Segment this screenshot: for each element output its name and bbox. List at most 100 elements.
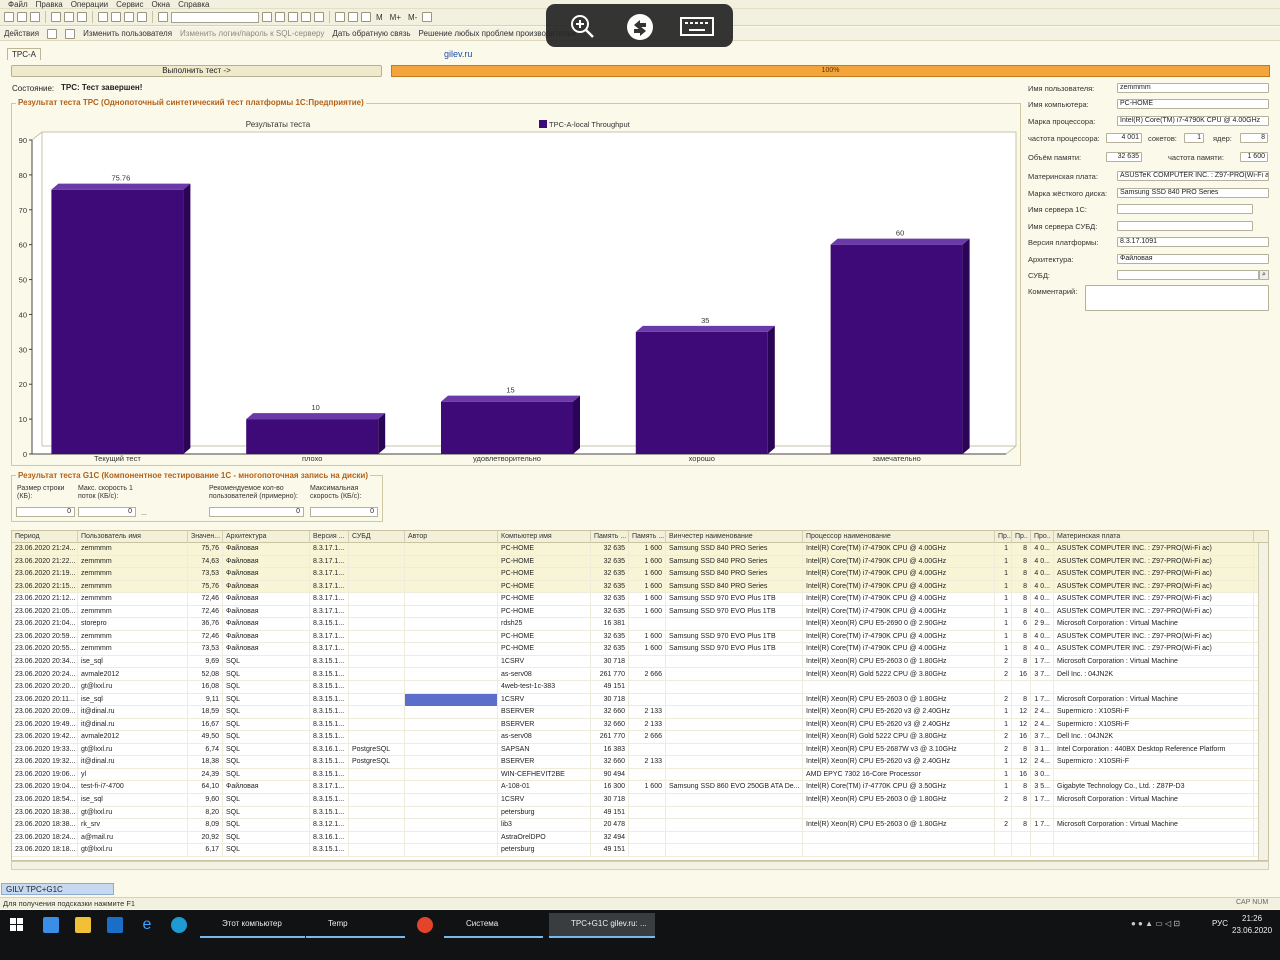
new-icon[interactable] xyxy=(4,12,14,22)
memory-button[interactable]: M xyxy=(374,13,385,22)
table-row[interactable]: 23.06.2020 19:49... it@dinal.ru 16,67 SQL 8.… xyxy=(12,718,1258,732)
table-row[interactable]: 23.06.2020 21:19... zemmmm 73,53 Файловая 8.… xyxy=(12,568,1258,581)
table-row[interactable]: 23.06.2020 21:04... storepro 36,76 Файловая… xyxy=(12,618,1258,631)
store-icon[interactable] xyxy=(43,917,59,933)
more-button[interactable]: ... xyxy=(141,510,147,518)
table-row[interactable]: 23.06.2020 18:24... a@mail.ru 20,92 SQL 8.3.… xyxy=(12,831,1258,845)
results-table[interactable]: Период Пользователь имя Значен... Архитекту… xyxy=(11,530,1269,861)
table-row[interactable]: 23.06.2020 20:11... ise_sql 9,11 SQL 8.3.15.… xyxy=(12,693,1258,707)
table-row[interactable]: 23.06.2020 20:55... zemmmm 73,53 Файловая 8.… xyxy=(12,643,1258,656)
table-row[interactable]: 23.06.2020 18:38... gt@lxxl.ru 8,20 SQL 8.3.… xyxy=(12,806,1258,820)
table-row[interactable]: 23.06.2020 20:24... avmale2012 52,08 SQL 8.3… xyxy=(12,668,1258,682)
taskbar-app-tpc-g1c[interactable]: TPC+G1C gilev.ru: ... xyxy=(549,913,655,938)
window-icon[interactable] xyxy=(301,12,311,22)
max-speed-field[interactable]: 0 xyxy=(310,507,378,517)
preview-icon[interactable] xyxy=(111,12,121,22)
help-icon[interactable] xyxy=(314,12,324,22)
max-speed-1-thread-field[interactable]: 0 xyxy=(78,507,136,517)
computer-field[interactable]: PC-HOME xyxy=(1117,99,1269,109)
server-1c-field[interactable] xyxy=(1117,204,1253,214)
redo-icon[interactable] xyxy=(137,12,147,22)
column-header[interactable]: Архитектура xyxy=(223,531,310,543)
table-row[interactable]: 23.06.2020 19:06... yl 24,39 SQL 8.3.15.1...… xyxy=(12,768,1258,782)
windows-start-icon[interactable] xyxy=(10,918,23,931)
table-row[interactable]: 23.06.2020 18:54... ise_sql 9,60 SQL 8.3.15.… xyxy=(12,794,1258,807)
table-row[interactable]: 23.06.2020 20:09... it@dinal.ru 18,59 SQL 8.… xyxy=(12,706,1258,719)
change-user-link[interactable]: Изменить пользователя xyxy=(83,29,172,38)
sockets-field[interactable]: 1 xyxy=(1184,133,1204,143)
table-row[interactable]: 23.06.2020 18:38... rk_srv 8,09 SQL 8.3.12.1… xyxy=(12,819,1258,832)
row-size-field[interactable]: 0 xyxy=(16,507,75,517)
actions-menu[interactable]: Действия xyxy=(4,29,39,38)
taskbar-app-system[interactable]: Система xyxy=(444,913,543,938)
sticky-notes-icon[interactable] xyxy=(75,917,91,933)
freq-field[interactable]: 4 001 xyxy=(1106,133,1142,143)
table-row[interactable]: 23.06.2020 21:05... zemmmm 72,46 Файловая 8.… xyxy=(12,605,1258,619)
memory-field[interactable]: 32 635 xyxy=(1106,152,1142,162)
copy-icon[interactable] xyxy=(64,12,74,22)
cpu-field[interactable]: Intel(R) Core(TM) i7-4790K CPU @ 4.00GHz xyxy=(1117,116,1269,126)
chrome-icon[interactable] xyxy=(417,917,433,933)
menu-edit[interactable]: Правка xyxy=(36,1,63,9)
column-header[interactable]: Пр.. xyxy=(1012,531,1031,543)
run-test-button[interactable]: Выполнить тест -> xyxy=(11,65,382,77)
column-header[interactable]: Винчестер наименование xyxy=(666,531,803,543)
tray-icons[interactable]: ● ● ▲ ▭ ◁ ⊡ xyxy=(1131,919,1209,929)
cut-icon[interactable] xyxy=(51,12,61,22)
column-header[interactable]: Память ... xyxy=(629,531,666,543)
table-icon[interactable] xyxy=(361,12,371,22)
paste-icon[interactable] xyxy=(77,12,87,22)
toolbar-search-input[interactable] xyxy=(171,11,259,23)
memory-minus-button[interactable]: M- xyxy=(406,13,419,22)
taskbar-app-temp[interactable]: Temp xyxy=(306,913,405,938)
motherboard-field[interactable]: ASUSTeK COMPUTER INC. : Z97-PRO(Wi-Fi a xyxy=(1117,171,1269,181)
edge-icon[interactable] xyxy=(171,917,187,933)
column-header[interactable]: Про.. xyxy=(1031,531,1054,543)
table-row[interactable]: 23.06.2020 20:59... zemmmm 72,46 Файловая 8.… xyxy=(12,630,1258,644)
table-row[interactable]: 23.06.2020 19:32... it@dinal.ru 18,38 SQL 8.… xyxy=(12,756,1258,769)
clear-icon[interactable] xyxy=(262,12,272,22)
export-icon[interactable] xyxy=(65,28,76,39)
table-row[interactable]: 23.06.2020 21:15... zemmmm 75,76 Файловая 8.… xyxy=(12,580,1258,594)
remote-connection-icon[interactable] xyxy=(625,13,653,40)
table-row[interactable]: 23.06.2020 21:24... zemmmm 75,76 Файловая 8.… xyxy=(12,543,1258,556)
table-row[interactable]: 23.06.2020 18:18... gt@lxxl.ru 6,17 SQL 8.3.… xyxy=(12,844,1258,857)
architecture-field[interactable]: Файловая xyxy=(1117,254,1269,264)
menu-help[interactable]: Справка xyxy=(178,1,209,9)
column-header[interactable]: Материнская плата xyxy=(1054,531,1254,543)
vertical-scrollbar[interactable] xyxy=(1258,543,1268,860)
taskbar-app-computer[interactable]: Этот компьютер xyxy=(200,913,305,938)
memory-freq-field[interactable]: 1 600 xyxy=(1240,152,1268,162)
column-header[interactable]: Автор xyxy=(405,531,498,543)
recommended-users-field[interactable]: 0 xyxy=(209,507,304,517)
feedback-link[interactable]: Дать обратную связь xyxy=(332,29,410,38)
dbms-field[interactable] xyxy=(1117,270,1259,280)
undo-icon[interactable] xyxy=(124,12,134,22)
menu-service[interactable]: Сервис xyxy=(116,1,143,9)
memory-plus-button[interactable]: M+ xyxy=(388,13,403,22)
menu-file[interactable]: Файл xyxy=(8,1,28,9)
table-row[interactable]: 23.06.2020 19:42... avmale2012 49,50 SQL 8.3… xyxy=(12,731,1258,744)
print-icon[interactable] xyxy=(98,12,108,22)
table-row[interactable]: 23.06.2020 21:12... zemmmm 72,46 Файловая 8.… xyxy=(12,593,1258,606)
language-indicator[interactable]: РУС xyxy=(1212,919,1228,928)
column-header[interactable]: Пр.. xyxy=(995,531,1012,543)
disk-field[interactable]: Samsung SSD 840 PRO Series xyxy=(1117,188,1269,198)
user-field[interactable]: zemmmm xyxy=(1117,83,1269,93)
menu-windows[interactable]: Окна xyxy=(152,1,171,9)
platform-field[interactable]: 8.3.17.1091 xyxy=(1117,237,1269,247)
find-prev-icon[interactable] xyxy=(288,12,298,22)
tab-tpc-a[interactable]: TPC-A xyxy=(7,48,41,60)
ie-icon[interactable]: e xyxy=(139,917,155,933)
clock[interactable]: 21:26 23.06.2020 xyxy=(1232,913,1272,937)
table-row[interactable]: 23.06.2020 19:04... test-fi-i7-4700 64,10 Ф… xyxy=(12,781,1258,794)
table-row[interactable]: 23.06.2020 20:20... gt@lxxl.ru 16,08 SQL 8.3… xyxy=(12,681,1258,694)
calendar-icon[interactable] xyxy=(335,12,345,22)
column-header[interactable]: Период xyxy=(12,531,78,543)
outlook-icon[interactable] xyxy=(107,917,123,933)
site-link[interactable]: gilev.ru xyxy=(444,49,472,59)
zoom-in-icon[interactable] xyxy=(568,13,596,39)
table-row[interactable]: 23.06.2020 21:22... zemmmm 74,63 Файловая 8.… xyxy=(12,555,1258,569)
menu-operations[interactable]: Операции xyxy=(71,1,108,9)
search-icon[interactable] xyxy=(158,12,168,22)
